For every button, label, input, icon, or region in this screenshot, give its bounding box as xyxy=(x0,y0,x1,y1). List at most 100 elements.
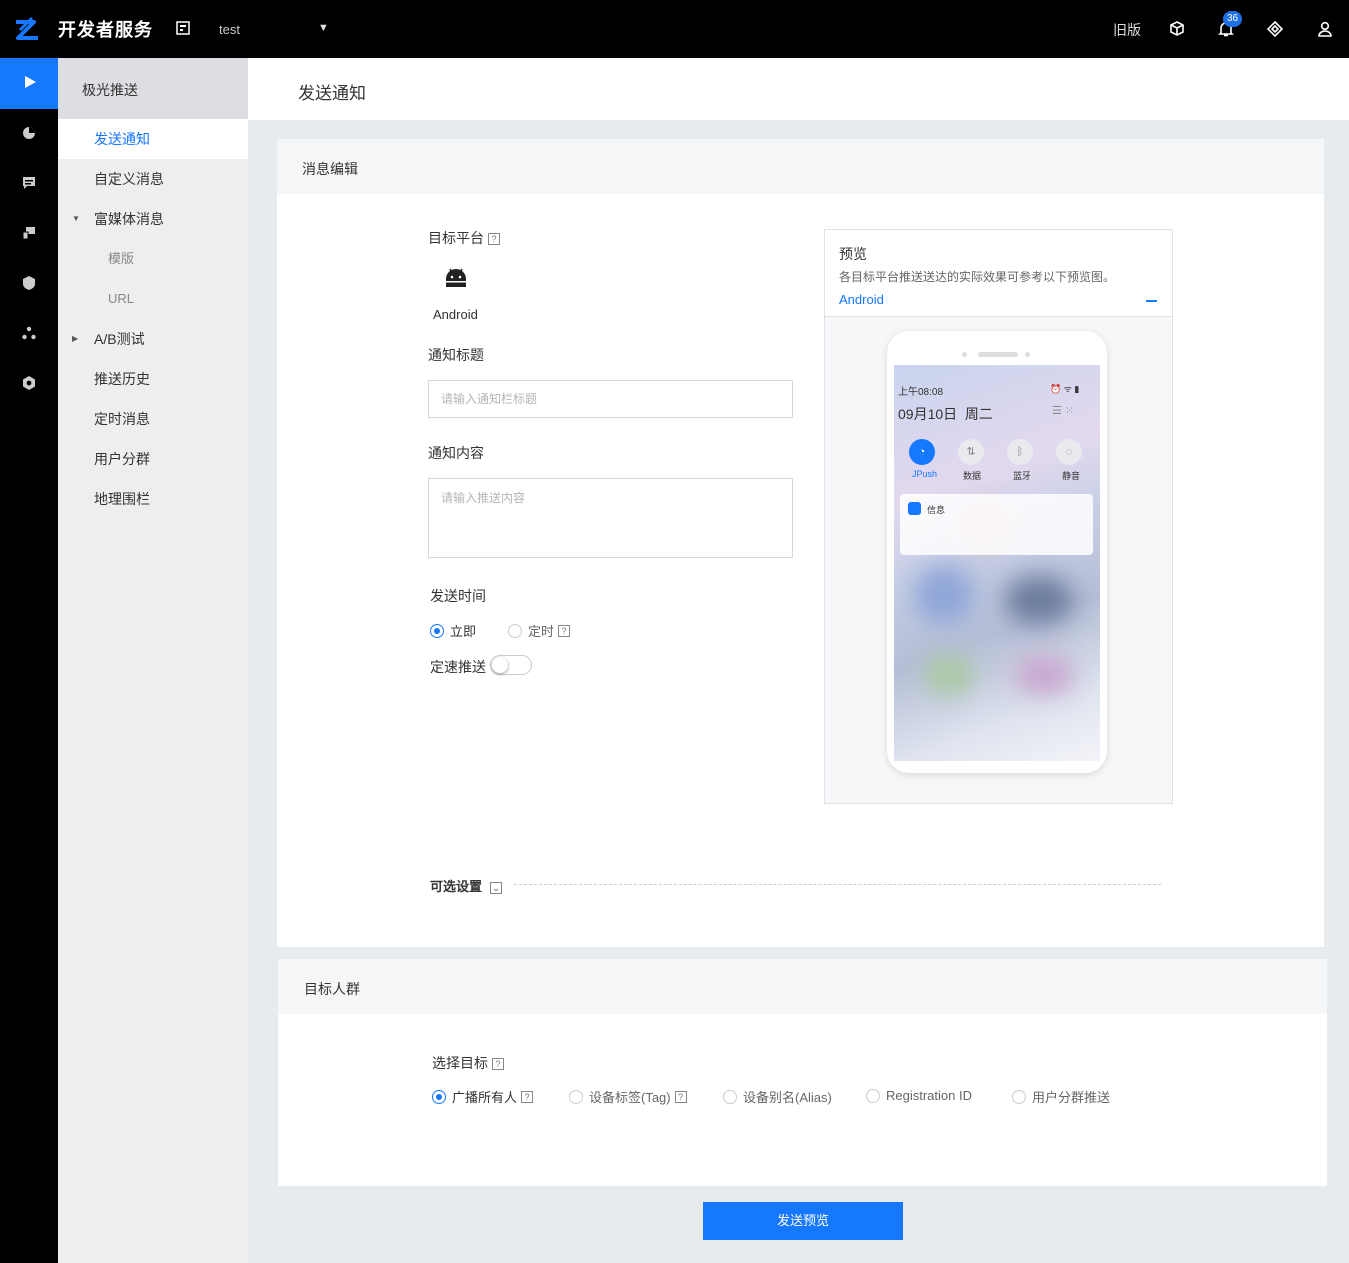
section-title: 消息编辑 xyxy=(302,161,358,177)
top-bar xyxy=(0,0,1349,58)
help-icon[interactable]: ? xyxy=(492,1058,504,1071)
caret-right-icon: ▶ xyxy=(72,334,79,343)
nav-scheduled[interactable]: 定时消息 xyxy=(58,399,248,439)
nav-push-history[interactable]: 推送历史 xyxy=(58,359,248,399)
android-icon[interactable] xyxy=(443,265,469,291)
nav-ab-test[interactable]: ▶ A/B测试 xyxy=(58,319,248,359)
qs-bluetooth-label: 蓝牙 xyxy=(1013,471,1032,481)
play-icon xyxy=(25,76,36,88)
radio-checked[interactable] xyxy=(432,1089,446,1104)
phone-speaker xyxy=(978,352,1018,357)
section-title: 目标人群 xyxy=(304,981,360,997)
nav-user-segment[interactable]: 用户分群 xyxy=(58,439,248,479)
nav-template[interactable]: 模版 xyxy=(58,239,248,279)
help-icon[interactable]: ? xyxy=(488,233,500,246)
phone-menu-icon: ☰ ⁙ xyxy=(1052,405,1075,417)
cube-icon[interactable] xyxy=(1168,20,1186,38)
preview-title: 预览 xyxy=(839,246,867,262)
content-label: 通知内容 xyxy=(428,445,484,461)
send-scheduled-label: 定时 xyxy=(528,624,555,639)
nav-ab-test-label: A/B测试 xyxy=(94,331,145,347)
target-segment-label: 用户分群推送 xyxy=(1032,1090,1111,1105)
preview-tab-android[interactable]: Android xyxy=(839,292,884,307)
nav-url[interactable]: URL xyxy=(58,279,248,319)
radio-checked[interactable] xyxy=(430,623,444,638)
mute-icon: ◌ xyxy=(1056,439,1082,465)
help-icon[interactable]: ? xyxy=(674,1090,687,1103)
phone-sensor xyxy=(962,352,967,357)
toggle-knob xyxy=(492,657,508,673)
send-now-radio[interactable]: 立即 xyxy=(430,621,476,640)
send-scheduled-radio[interactable]: 定时? xyxy=(508,621,571,640)
target-registration-radio[interactable]: Registration ID xyxy=(866,1087,972,1105)
phone-time: 上午08:08 xyxy=(898,387,944,398)
target-platform-label: 目标平台? xyxy=(428,228,500,248)
optional-settings-toggle[interactable]: 可选设置 ⌄ xyxy=(430,876,503,895)
rate-push-toggle[interactable] xyxy=(490,655,532,675)
old-version-link[interactable]: 旧版 xyxy=(1113,20,1141,40)
page-title: 发送通知 xyxy=(298,84,366,103)
phone-camera xyxy=(1025,352,1030,357)
radio-unchecked[interactable] xyxy=(866,1088,880,1103)
chevron-down-icon[interactable]: ⌄ xyxy=(490,881,503,894)
qs-jpush-label: JPush xyxy=(912,469,938,479)
help-icon[interactable]: ? xyxy=(558,624,571,637)
content-textarea[interactable]: 请输入推送内容 xyxy=(428,478,793,558)
nav-geofence[interactable]: 地理围栏 xyxy=(58,479,248,519)
radio-unchecked[interactable] xyxy=(508,623,522,638)
bluetooth-icon: ᛒ xyxy=(1007,439,1033,465)
qs-mute-label: 静音 xyxy=(1062,471,1081,481)
target-broadcast-label: 广播所有人 xyxy=(452,1090,518,1105)
app-badge-icon xyxy=(908,502,921,515)
title-label: 通知标题 xyxy=(428,347,484,363)
subnav-header: 极光推送 xyxy=(58,58,248,120)
notification-badge: 36 xyxy=(1223,11,1243,27)
devices-icon[interactable] xyxy=(21,225,37,241)
app-icon xyxy=(176,21,190,35)
select-target-label: 选择目标? xyxy=(432,1053,504,1073)
send-preview-button[interactable]: 发送预览 xyxy=(703,1202,903,1240)
subnav-title: 极光推送 xyxy=(82,82,138,98)
shield-icon[interactable] xyxy=(21,275,37,291)
radio-unchecked[interactable] xyxy=(1012,1089,1026,1104)
notification-app-name: 信息 xyxy=(927,505,946,515)
target-alias-radio[interactable]: 设备别名(Alias) xyxy=(723,1087,832,1106)
send-now-label: 立即 xyxy=(450,624,477,639)
title-input[interactable]: 请输入通知栏标题 xyxy=(428,380,793,418)
nav-custom-message[interactable]: 自定义消息 xyxy=(58,159,248,199)
chevron-down-icon[interactable]: ▼ xyxy=(318,22,329,34)
wifi-icon: ◔ xyxy=(909,439,935,465)
message-edit-header: 消息编辑 xyxy=(277,139,1324,194)
rate-push-label: 定速推送 xyxy=(430,659,486,675)
send-time-label: 发送时间 xyxy=(430,588,486,604)
target-alias-label: 设备别名(Alias) xyxy=(743,1090,832,1105)
user-icon[interactable] xyxy=(1316,20,1334,38)
help-icon[interactable]: ? xyxy=(521,1090,534,1103)
radio-unchecked[interactable] xyxy=(569,1089,583,1104)
diamond-icon[interactable] xyxy=(1266,20,1284,38)
optional-settings-label: 可选设置 xyxy=(430,879,483,894)
divider xyxy=(514,884,1161,885)
caret-down-icon: ▼ xyxy=(72,214,80,223)
qs-data-label: 数据 xyxy=(963,471,982,481)
platform-android-label: Android xyxy=(433,307,478,322)
target-tag-label: 设备标签(Tag) xyxy=(589,1090,671,1105)
jiguang-logo-icon[interactable] xyxy=(12,14,42,44)
pie-chart-icon[interactable] xyxy=(21,125,37,141)
cluster-icon[interactable] xyxy=(21,325,37,341)
nav-rich-media[interactable]: ▼ 富媒体消息 xyxy=(58,199,248,239)
phone-screen xyxy=(894,365,1100,761)
nav-rich-media-label: 富媒体消息 xyxy=(94,211,164,227)
target-tag-radio[interactable]: 设备标签(Tag)? xyxy=(569,1087,687,1106)
page-header xyxy=(248,58,1349,120)
phone-date: 09月10日 周二 xyxy=(898,406,993,422)
target-broadcast-radio[interactable]: 广播所有人? xyxy=(432,1087,534,1106)
app-selector[interactable]: test xyxy=(219,22,240,37)
target-audience-header: 目标人群 xyxy=(278,959,1327,1014)
target-segment-radio[interactable]: 用户分群推送 xyxy=(1012,1087,1110,1106)
message-icon[interactable] xyxy=(21,175,37,191)
nav-send-notification[interactable]: 发送通知 xyxy=(58,119,248,159)
collapse-icon[interactable] xyxy=(1146,300,1157,302)
radio-unchecked[interactable] xyxy=(723,1089,737,1104)
settings-icon[interactable] xyxy=(21,375,37,391)
